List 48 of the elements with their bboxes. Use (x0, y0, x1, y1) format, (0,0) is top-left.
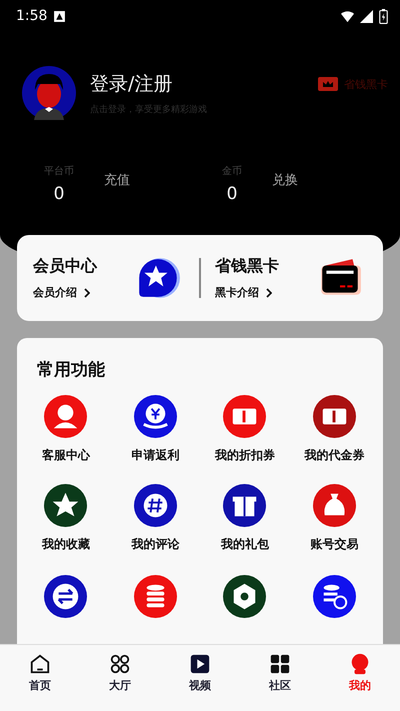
crown-icon (318, 77, 338, 91)
promo-link[interactable]: 黑卡介绍 (215, 285, 259, 300)
yen-hand-icon[interactable] (134, 395, 177, 438)
function-label: 我的评论 (131, 536, 180, 553)
promo-link[interactable]: 会员介绍 (33, 285, 77, 300)
coin-stack-icon[interactable] (134, 575, 177, 618)
function-label: 我的收藏 (42, 536, 90, 553)
gift-icon[interactable] (223, 484, 266, 527)
nav-tab[interactable]: 视频 (160, 645, 240, 711)
chevron-right-icon (84, 288, 90, 298)
home-icon (29, 653, 51, 675)
balance-label: 金币 (222, 164, 242, 178)
nav-tab[interactable]: 首页 (0, 645, 80, 711)
promo-title[interactable]: 会员中心 (33, 256, 97, 277)
promo-title[interactable]: 省钱黑卡 (215, 256, 279, 277)
status-time: 1:58 (16, 8, 48, 24)
function-label: 账号交易 (310, 536, 358, 553)
balance-action[interactable]: 兑换 (272, 171, 298, 189)
nav-tab[interactable]: 社区 (240, 645, 320, 711)
function-label: 我的礼包 (220, 536, 269, 553)
hexagon-nut-icon[interactable] (223, 575, 266, 618)
balance-value: 0 (54, 184, 64, 204)
grid-icon (269, 653, 291, 675)
ticket-icon[interactable] (223, 395, 266, 438)
nav-tab[interactable]: 我的 (320, 645, 400, 711)
chevron-right-icon (266, 288, 272, 298)
person-icon (349, 653, 371, 675)
balance-label: 平台币 (44, 164, 74, 178)
play-icon (189, 653, 211, 675)
coin-dollar-icon[interactable] (312, 575, 356, 618)
function-label: 我的折扣券 (214, 447, 275, 464)
login-title[interactable]: 登录/注册 (90, 70, 304, 96)
function-label: 客服中心 (42, 447, 90, 464)
wifi-icon (341, 10, 354, 22)
battery-icon (379, 8, 388, 24)
swap-icon[interactable] (44, 575, 88, 618)
balance-value: 0 (226, 184, 238, 204)
circles-icon (109, 653, 131, 675)
money-bag-icon[interactable] (312, 484, 356, 527)
section-title: 常用功能 (37, 359, 105, 381)
notification-icon (53, 10, 66, 22)
avatar[interactable] (22, 66, 76, 120)
function-label: 申请返利 (131, 447, 180, 464)
nav-tab[interactable]: 大厅 (80, 645, 160, 711)
balance-action[interactable]: 充值 (104, 171, 130, 189)
signal-icon (360, 10, 373, 22)
hash-icon[interactable] (134, 484, 177, 527)
function-label: 我的代金券 (304, 447, 364, 464)
